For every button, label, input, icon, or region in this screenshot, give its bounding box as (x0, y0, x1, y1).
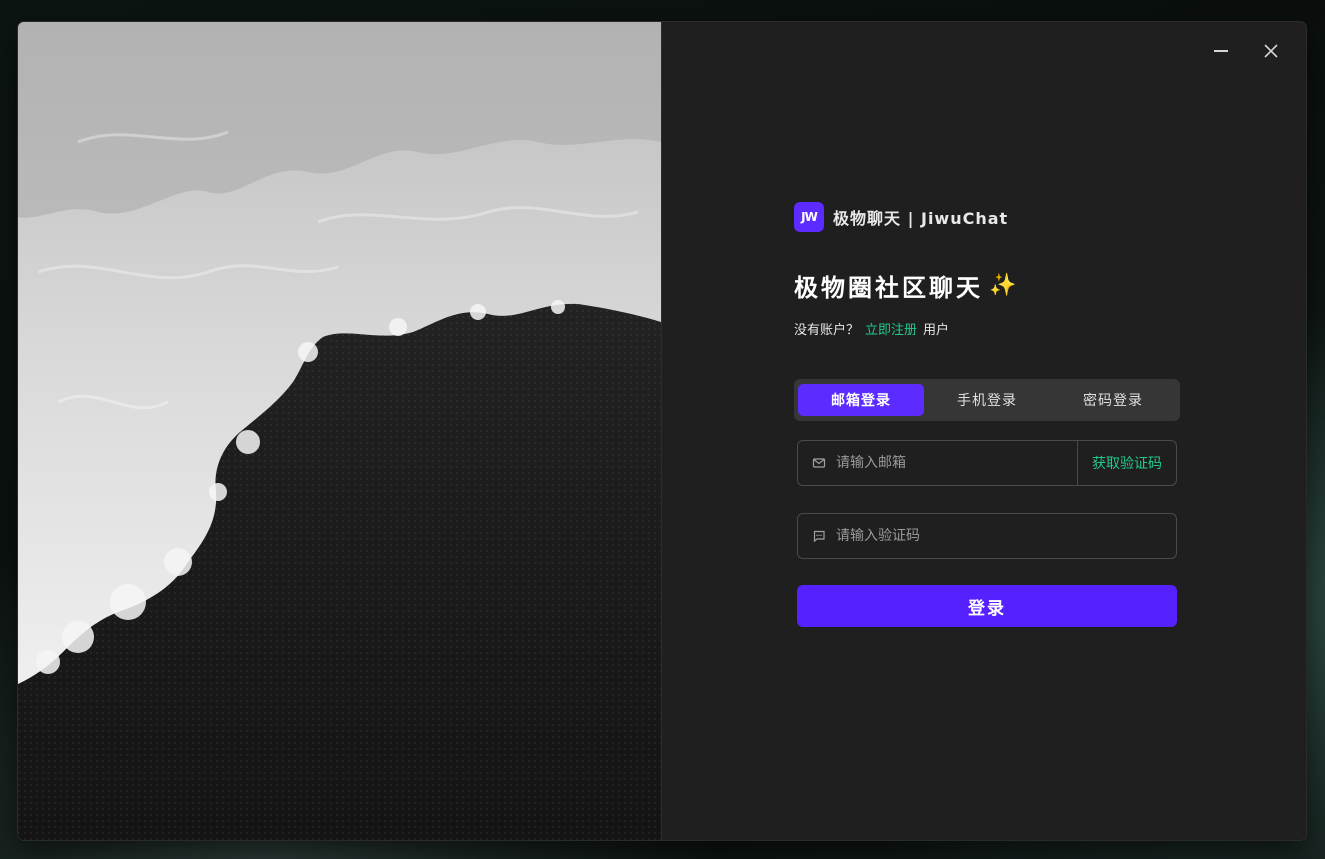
tab-email-login[interactable]: 邮箱登录 (798, 384, 924, 416)
mail-icon (812, 456, 826, 470)
ocean-foam-illustration (18, 22, 661, 684)
login-panel: JW 极物聊天 | JiwuChat 极物圈社区聊天 ✨ 没有账户？ 立即注册 用户… (794, 202, 1180, 627)
close-icon[interactable] (1260, 40, 1282, 62)
code-field (797, 513, 1177, 559)
window-controls (1210, 40, 1282, 62)
page-title-text: 极物圈社区聊天 (794, 274, 983, 302)
brand: JW 极物聊天 | JiwuChat (794, 202, 1174, 232)
message-icon (812, 529, 826, 543)
email-input[interactable] (834, 454, 1077, 472)
hero-image (18, 22, 662, 840)
tab-phone-login[interactable]: 手机登录 (924, 384, 1050, 416)
tab-password-login[interactable]: 密码登录 (1050, 384, 1176, 416)
signup-suffix: 用户 (923, 323, 950, 338)
page-title: 极物圈社区聊天 ✨ (794, 268, 1174, 303)
signup-prompt: 没有账户？ 立即注册 用户 (794, 319, 1174, 338)
email-field: 获取验证码 (797, 440, 1177, 486)
signup-prefix: 没有账户？ (794, 323, 860, 338)
login-window: JW 极物聊天 | JiwuChat 极物圈社区聊天 ✨ 没有账户？ 立即注册 用户… (18, 22, 1306, 840)
login-button[interactable]: 登录 (797, 585, 1177, 627)
signup-link[interactable]: 立即注册 (865, 323, 917, 338)
code-input[interactable] (834, 527, 1176, 545)
sparkle-icon: ✨ (989, 273, 1020, 298)
app-logo-icon: JW (794, 202, 824, 232)
login-method-tabs: 邮箱登录 手机登录 密码登录 (794, 379, 1180, 421)
brand-name: 极物聊天 | JiwuChat (833, 209, 1009, 228)
get-code-button[interactable]: 获取验证码 (1077, 441, 1176, 485)
minimize-icon[interactable] (1210, 40, 1232, 62)
